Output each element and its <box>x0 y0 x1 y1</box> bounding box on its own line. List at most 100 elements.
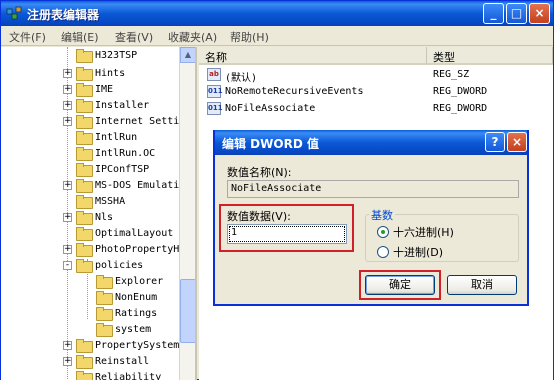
value-name: NoFileAssociate <box>225 103 316 114</box>
expander[interactable]: + <box>63 68 72 78</box>
edit-dword-dialog: 编辑 DWORD 值 ? × 数值名称(N): NoFileAssociate … <box>213 130 529 306</box>
tree-item-label: Internet Setti <box>95 115 180 127</box>
menu-edit[interactable]: 编辑(E) <box>61 29 99 45</box>
expander[interactable]: + <box>63 356 72 366</box>
scroll-thumb[interactable] <box>180 279 195 343</box>
hex-radio-label: 十六进制(H) <box>393 226 454 239</box>
scroll-up-arrow-icon[interactable]: ▲ <box>180 47 195 63</box>
tree-item[interactable]: IntlRun <box>63 129 137 145</box>
window-title: 注册表编辑器 <box>27 8 100 22</box>
folder-icon <box>76 339 93 353</box>
menu-help[interactable]: 帮助(H) <box>230 29 269 45</box>
value-type: REG_DWORD <box>433 103 488 114</box>
minimize-button[interactable]: _ <box>483 3 504 24</box>
tree-item-label: H323TSP <box>95 49 138 61</box>
menu-view[interactable]: 查看(V) <box>115 29 153 45</box>
column-header-name[interactable]: 名称 <box>199 47 427 65</box>
folder-open-icon <box>76 259 93 273</box>
string-value-icon: ab <box>207 68 221 81</box>
tree-item-label: IntlRun <box>95 131 138 143</box>
binary-value-icon: 011 <box>207 85 223 98</box>
expander[interactable]: + <box>63 180 72 190</box>
tree-item[interactable]: H323TSP <box>63 47 137 63</box>
title-bar[interactable]: 注册表编辑器 _ □ × <box>1 1 553 26</box>
dialog-title: 编辑 DWORD 值 <box>222 137 319 151</box>
tree-item[interactable]: MSSHA <box>63 193 125 209</box>
folder-icon <box>76 211 93 225</box>
registry-tree[interactable]: H323TSP + Hints + IME + Installer + Internet… <box>1 47 197 380</box>
maximize-button[interactable]: □ <box>506 3 527 24</box>
tree-item-label: IntlRun.OC <box>95 147 156 159</box>
folder-icon <box>76 355 93 369</box>
expander[interactable]: + <box>63 116 72 126</box>
expander[interactable]: + <box>63 84 72 94</box>
help-button[interactable]: ? <box>485 132 505 152</box>
tree-item-label: Reliability <box>95 371 162 380</box>
ok-button[interactable]: 确定 <box>365 275 435 295</box>
tree-item[interactable]: + IME <box>63 81 113 97</box>
tree-item[interactable]: Ratings <box>83 305 157 321</box>
close-button[interactable]: × <box>529 3 550 24</box>
tree-item[interactable]: + Internet Setti <box>63 113 179 129</box>
tree-item-label: PhotoPropertyH <box>95 243 180 255</box>
tree-item[interactable]: + Reinstall <box>63 353 149 369</box>
folder-icon <box>76 195 93 209</box>
folder-icon <box>76 115 93 129</box>
tree-item-label: MS-DOS Emulati <box>95 179 180 191</box>
radio-selected-icon <box>377 226 389 238</box>
folder-icon <box>96 291 113 305</box>
tree-item-label: Nls <box>95 211 114 223</box>
tree-item-label: PropertySystem <box>95 339 180 351</box>
folder-icon <box>76 131 93 145</box>
value-name: NoRemoteRecursiveEvents <box>225 86 364 97</box>
menu-favorites[interactable]: 收藏夹(A) <box>168 29 217 45</box>
expander[interactable]: + <box>63 340 72 350</box>
tree-item[interactable]: NonEnum <box>83 289 157 305</box>
decimal-radio[interactable]: 十进制(D) <box>377 244 443 260</box>
folder-icon <box>76 243 93 257</box>
expander[interactable]: + <box>63 212 72 222</box>
tree-item[interactable]: + MS-DOS Emulati <box>63 177 179 193</box>
expander[interactable]: + <box>63 100 72 110</box>
value-data-input[interactable]: 1 <box>227 224 347 244</box>
tree-item[interactable]: + Nls <box>63 209 113 225</box>
folder-icon <box>76 179 93 193</box>
value-name-field[interactable]: NoFileAssociate <box>227 180 519 198</box>
folder-icon <box>76 99 93 113</box>
tree-item-label: OptimalLayout <box>95 227 174 239</box>
expander[interactable]: + <box>63 244 72 254</box>
value-row[interactable]: 011 NoFileAssociate REG_DWORD <box>199 101 553 117</box>
binary-value-icon: 011 <box>207 102 223 115</box>
cancel-button[interactable]: 取消 <box>447 275 517 295</box>
tree-scrollbar[interactable]: ▲ <box>179 47 195 380</box>
tree-item[interactable]: + PhotoPropertyH <box>63 241 179 257</box>
value-type: REG_SZ <box>433 69 470 80</box>
menu-bar: 文件(F) 编辑(E) 查看(V) 收藏夹(A) 帮助(H) <box>1 26 553 46</box>
value-row[interactable]: 011 NoRemoteRecursiveEvents REG_DWORD <box>199 84 553 100</box>
tree-item[interactable]: + Installer <box>63 97 149 113</box>
tree-item-label: Installer <box>95 99 150 111</box>
folder-icon <box>96 307 113 321</box>
dialog-close-button[interactable]: × <box>507 132 527 152</box>
tree-item[interactable]: system <box>83 321 151 337</box>
hex-radio[interactable]: 十六进制(H) <box>377 224 454 240</box>
tree-item[interactable]: IntlRun.OC <box>63 145 155 161</box>
value-row[interactable]: ab (默认) REG_SZ <box>199 67 553 84</box>
base-group-label: 基数 <box>369 207 395 223</box>
tree-item[interactable]: - policies <box>63 257 143 273</box>
value-data-label: 数值数据(V): <box>227 210 291 223</box>
tree-item[interactable]: OptimalLayout <box>63 225 173 241</box>
tree-item[interactable]: IPConfTSP <box>63 161 149 177</box>
tree-item[interactable]: + PropertySystem <box>63 337 179 353</box>
dialog-title-bar[interactable]: 编辑 DWORD 值 ? × <box>215 130 527 155</box>
expander[interactable]: - <box>63 260 72 270</box>
folder-icon <box>76 67 93 81</box>
tree-item[interactable]: Reliability <box>63 369 161 380</box>
menu-file[interactable]: 文件(F) <box>9 29 46 45</box>
tree-item[interactable]: Explorer <box>83 273 163 289</box>
tree-item[interactable]: + Hints <box>63 65 125 81</box>
tree-item-label: Ratings <box>115 307 158 319</box>
tree-item-label: MSSHA <box>95 195 126 207</box>
column-header-type[interactable]: 类型 <box>427 47 553 65</box>
tree-item-label: Hints <box>95 67 126 79</box>
